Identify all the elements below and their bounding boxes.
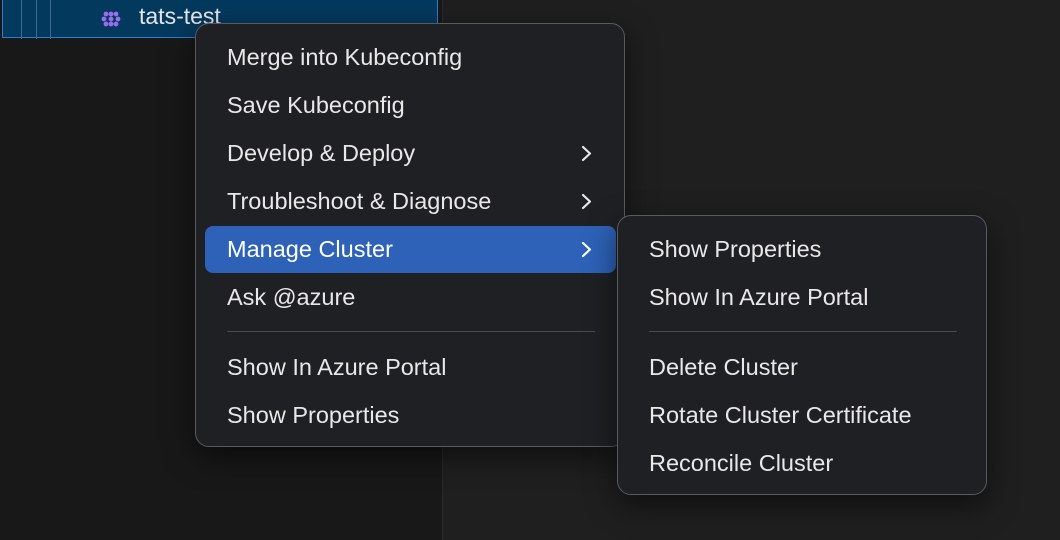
menu-item-label: Show In Azure Portal <box>227 354 447 380</box>
manage-cluster-submenu: Show Properties Show In Azure Portal Del… <box>617 215 987 495</box>
vscode-window: tats-test Merge into Kubeconfig Save Kub… <box>0 0 1060 540</box>
menu-separator <box>227 331 595 332</box>
menu-item-save-kubeconfig[interactable]: Save Kubeconfig <box>205 82 616 129</box>
menu-item-ask-azure[interactable]: Ask @azure <box>205 274 616 321</box>
chevron-right-icon <box>581 145 592 162</box>
menu-item-label: Reconcile Cluster <box>649 450 834 476</box>
menu-item-label: Delete Cluster <box>649 354 798 380</box>
context-menu: Merge into Kubeconfig Save Kubeconfig De… <box>195 23 625 447</box>
menu-item-label: Troubleshoot & Diagnose <box>227 188 492 214</box>
menu-item-troubleshoot-diagnose[interactable]: Troubleshoot & Diagnose <box>205 178 616 225</box>
indent-guide <box>50 0 51 39</box>
submenu-item-reconcile-cluster[interactable]: Reconcile Cluster <box>627 440 978 487</box>
menu-item-merge-into-kubeconfig[interactable]: Merge into Kubeconfig <box>205 34 616 81</box>
submenu-item-rotate-cluster-certificate[interactable]: Rotate Cluster Certificate <box>627 392 978 439</box>
menu-item-label: Merge into Kubeconfig <box>227 44 463 70</box>
menu-item-label: Manage Cluster <box>227 236 393 262</box>
menu-item-label: Save Kubeconfig <box>227 92 405 118</box>
indent-guide <box>21 0 22 39</box>
chevron-right-icon <box>581 193 592 210</box>
menu-item-label: Develop & Deploy <box>227 140 416 166</box>
menu-item-manage-cluster[interactable]: Manage Cluster <box>205 226 616 273</box>
menu-item-label: Ask @azure <box>227 284 356 310</box>
submenu-item-show-in-azure-portal[interactable]: Show In Azure Portal <box>627 274 978 321</box>
menu-item-label: Show Properties <box>649 236 822 262</box>
kubernetes-cluster-icon <box>101 11 121 27</box>
menu-separator <box>649 331 957 332</box>
submenu-item-delete-cluster[interactable]: Delete Cluster <box>627 344 978 391</box>
menu-item-label: Rotate Cluster Certificate <box>649 402 912 428</box>
chevron-right-icon <box>581 241 592 258</box>
menu-item-show-in-azure-portal[interactable]: Show In Azure Portal <box>205 344 616 391</box>
menu-item-label: Show Properties <box>227 402 400 428</box>
indent-guide <box>36 0 37 39</box>
menu-item-show-properties[interactable]: Show Properties <box>205 392 616 439</box>
submenu-item-show-properties[interactable]: Show Properties <box>627 226 978 273</box>
menu-item-develop-deploy[interactable]: Develop & Deploy <box>205 130 616 177</box>
menu-item-label: Show In Azure Portal <box>649 284 869 310</box>
